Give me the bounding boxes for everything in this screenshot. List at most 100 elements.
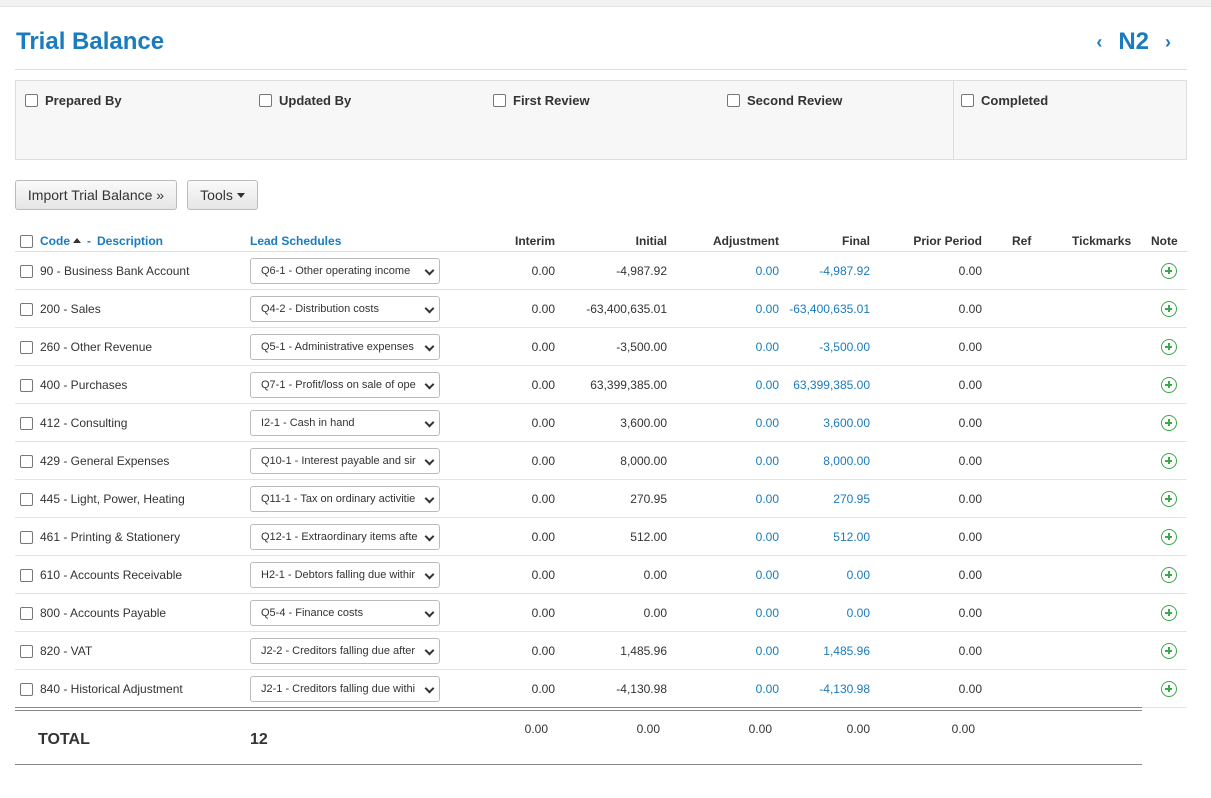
interim-value: 0.00 bbox=[531, 568, 555, 582]
table-row: 820 - VAT J2-2 - Creditors falling due af… bbox=[15, 632, 1187, 670]
total-final: 0.00 bbox=[846, 722, 870, 736]
lead-schedule-select[interactable]: Q6-1 - Other operating income bbox=[250, 258, 440, 284]
tools-dropdown-button[interactable]: Tools bbox=[187, 180, 258, 210]
row-checkbox[interactable] bbox=[20, 302, 33, 316]
initial-value: -63,400,635.01 bbox=[586, 302, 667, 316]
final-link[interactable]: -4,987.92 bbox=[720, 264, 870, 278]
total-interim: 0.00 bbox=[524, 722, 548, 736]
column-header-note: Note bbox=[1151, 234, 1178, 248]
final-link[interactable]: 0.00 bbox=[720, 568, 870, 582]
row-checkbox[interactable] bbox=[20, 264, 33, 278]
initial-value: 270.95 bbox=[630, 492, 667, 506]
signoff-completed[interactable]: Completed bbox=[961, 93, 1048, 108]
add-note-icon[interactable] bbox=[1161, 529, 1177, 545]
chevron-left-icon[interactable]: ‹ bbox=[1090, 32, 1108, 53]
final-link[interactable]: 0.00 bbox=[720, 606, 870, 620]
column-header-ref: Ref bbox=[1012, 234, 1032, 248]
checkbox[interactable] bbox=[493, 94, 506, 107]
signoff-first-review[interactable]: First Review bbox=[493, 93, 590, 108]
prior-period-value: 0.00 bbox=[958, 682, 982, 696]
lead-schedule-select[interactable]: Q12-1 - Extraordinary items afte bbox=[250, 524, 440, 550]
final-link[interactable]: 8,000.00 bbox=[720, 454, 870, 468]
lead-schedule-value: Q5-4 - Finance costs bbox=[261, 607, 364, 619]
page-title: Trial Balance bbox=[16, 28, 165, 55]
row-checkbox[interactable] bbox=[20, 606, 33, 620]
signoff-prepared-by[interactable]: Prepared By bbox=[25, 93, 122, 108]
table-row: 400 - Purchases Q7-1 - Profit/loss on sal… bbox=[15, 366, 1187, 404]
row-checkbox[interactable] bbox=[20, 682, 33, 696]
chevron-down-icon bbox=[424, 303, 435, 314]
row-checkbox[interactable] bbox=[20, 492, 33, 506]
add-note-icon[interactable] bbox=[1161, 415, 1177, 431]
lead-schedule-value: Q7-1 - Profit/loss on sale of ope bbox=[261, 379, 416, 391]
row-checkbox[interactable] bbox=[20, 416, 33, 430]
lead-schedule-value: J2-1 - Creditors falling due withi bbox=[261, 683, 416, 695]
initial-value: 512.00 bbox=[630, 530, 667, 544]
lead-schedule-select[interactable]: Q5-1 - Administrative expenses bbox=[250, 334, 440, 360]
final-link[interactable]: -4,130.98 bbox=[720, 682, 870, 696]
column-header-lead-schedules[interactable]: Lead Schedules bbox=[250, 232, 341, 250]
lead-schedule-select[interactable]: Q7-1 - Profit/loss on sale of ope bbox=[250, 372, 440, 398]
caret-down-icon bbox=[236, 192, 245, 198]
add-note-icon[interactable] bbox=[1161, 567, 1177, 583]
add-note-icon[interactable] bbox=[1161, 605, 1177, 621]
table-row: 445 - Light, Power, Heating Q11-1 - Tax o… bbox=[15, 480, 1187, 518]
prior-period-value: 0.00 bbox=[958, 416, 982, 430]
import-trial-balance-button[interactable]: Import Trial Balance » bbox=[15, 180, 177, 210]
select-all-checkbox[interactable] bbox=[20, 234, 33, 248]
top-bar bbox=[0, 0, 1211, 7]
final-link[interactable]: -63,400,635.01 bbox=[720, 302, 870, 316]
initial-value: 3,600.00 bbox=[620, 416, 667, 430]
row-checkbox[interactable] bbox=[20, 530, 33, 544]
sort-code-link[interactable]: Code bbox=[40, 232, 70, 250]
final-link[interactable]: 270.95 bbox=[720, 492, 870, 506]
lead-schedule-select[interactable]: J2-2 - Creditors falling due after bbox=[250, 638, 440, 664]
signoff-updated-by[interactable]: Updated By bbox=[259, 93, 351, 108]
table-row: 840 - Historical Adjustment J2-1 - Credit… bbox=[15, 670, 1187, 708]
final-link[interactable]: 3,600.00 bbox=[720, 416, 870, 430]
final-link[interactable]: 512.00 bbox=[720, 530, 870, 544]
lead-schedule-value: Q10-1 - Interest payable and sir bbox=[261, 455, 416, 467]
lead-schedule-select[interactable]: Q10-1 - Interest payable and sir bbox=[250, 448, 440, 474]
lead-schedule-select[interactable]: Q11-1 - Tax on ordinary activitie bbox=[250, 486, 440, 512]
account-name: 800 - Accounts Payable bbox=[40, 606, 167, 620]
row-checkbox[interactable] bbox=[20, 568, 33, 582]
signoff-second-review[interactable]: Second Review bbox=[727, 93, 842, 108]
checkbox[interactable] bbox=[25, 94, 38, 107]
lead-schedule-select[interactable]: I2-1 - Cash in hand bbox=[250, 410, 440, 436]
add-note-icon[interactable] bbox=[1161, 643, 1177, 659]
table-row: 200 - Sales Q4-2 - Distribution costs 0.00… bbox=[15, 290, 1187, 328]
initial-value: 8,000.00 bbox=[620, 454, 667, 468]
final-link[interactable]: -3,500.00 bbox=[720, 340, 870, 354]
lead-schedule-select[interactable]: H2-1 - Debtors falling due withir bbox=[250, 562, 440, 588]
row-checkbox[interactable] bbox=[20, 340, 33, 354]
row-checkbox[interactable] bbox=[20, 378, 33, 392]
account-navigator: ‹ N2 › bbox=[1090, 28, 1177, 56]
row-checkbox[interactable] bbox=[20, 454, 33, 468]
chevron-right-icon[interactable]: › bbox=[1159, 32, 1177, 53]
lead-schedule-select[interactable]: J2-1 - Creditors falling due withi bbox=[250, 676, 440, 702]
add-note-icon[interactable] bbox=[1161, 453, 1177, 469]
interim-value: 0.00 bbox=[531, 492, 555, 506]
add-note-icon[interactable] bbox=[1161, 263, 1177, 279]
add-note-icon[interactable] bbox=[1161, 301, 1177, 317]
checkbox[interactable] bbox=[259, 94, 272, 107]
checkbox[interactable] bbox=[961, 94, 974, 107]
row-checkbox[interactable] bbox=[20, 644, 33, 658]
account-cell: 800 - Accounts Payable bbox=[20, 606, 166, 620]
column-header-tickmarks: Tickmarks bbox=[1072, 234, 1132, 248]
add-note-icon[interactable] bbox=[1161, 339, 1177, 355]
account-name: 429 - General Expenses bbox=[40, 454, 170, 468]
prior-period-value: 0.00 bbox=[958, 606, 982, 620]
add-note-icon[interactable] bbox=[1161, 491, 1177, 507]
table-row: 412 - Consulting I2-1 - Cash in hand 0.00 3… bbox=[15, 404, 1187, 442]
lead-schedule-select[interactable]: Q4-2 - Distribution costs bbox=[250, 296, 440, 322]
sort-description-link[interactable]: Description bbox=[97, 232, 163, 250]
final-link[interactable]: 63,399,385.00 bbox=[720, 378, 870, 392]
add-note-icon[interactable] bbox=[1161, 377, 1177, 393]
table-row: 800 - Accounts Payable Q5-4 - Finance cos… bbox=[15, 594, 1187, 632]
add-note-icon[interactable] bbox=[1161, 681, 1177, 697]
lead-schedule-select[interactable]: Q5-4 - Finance costs bbox=[250, 600, 440, 626]
checkbox[interactable] bbox=[727, 94, 740, 107]
final-link[interactable]: 1,485.96 bbox=[720, 644, 870, 658]
